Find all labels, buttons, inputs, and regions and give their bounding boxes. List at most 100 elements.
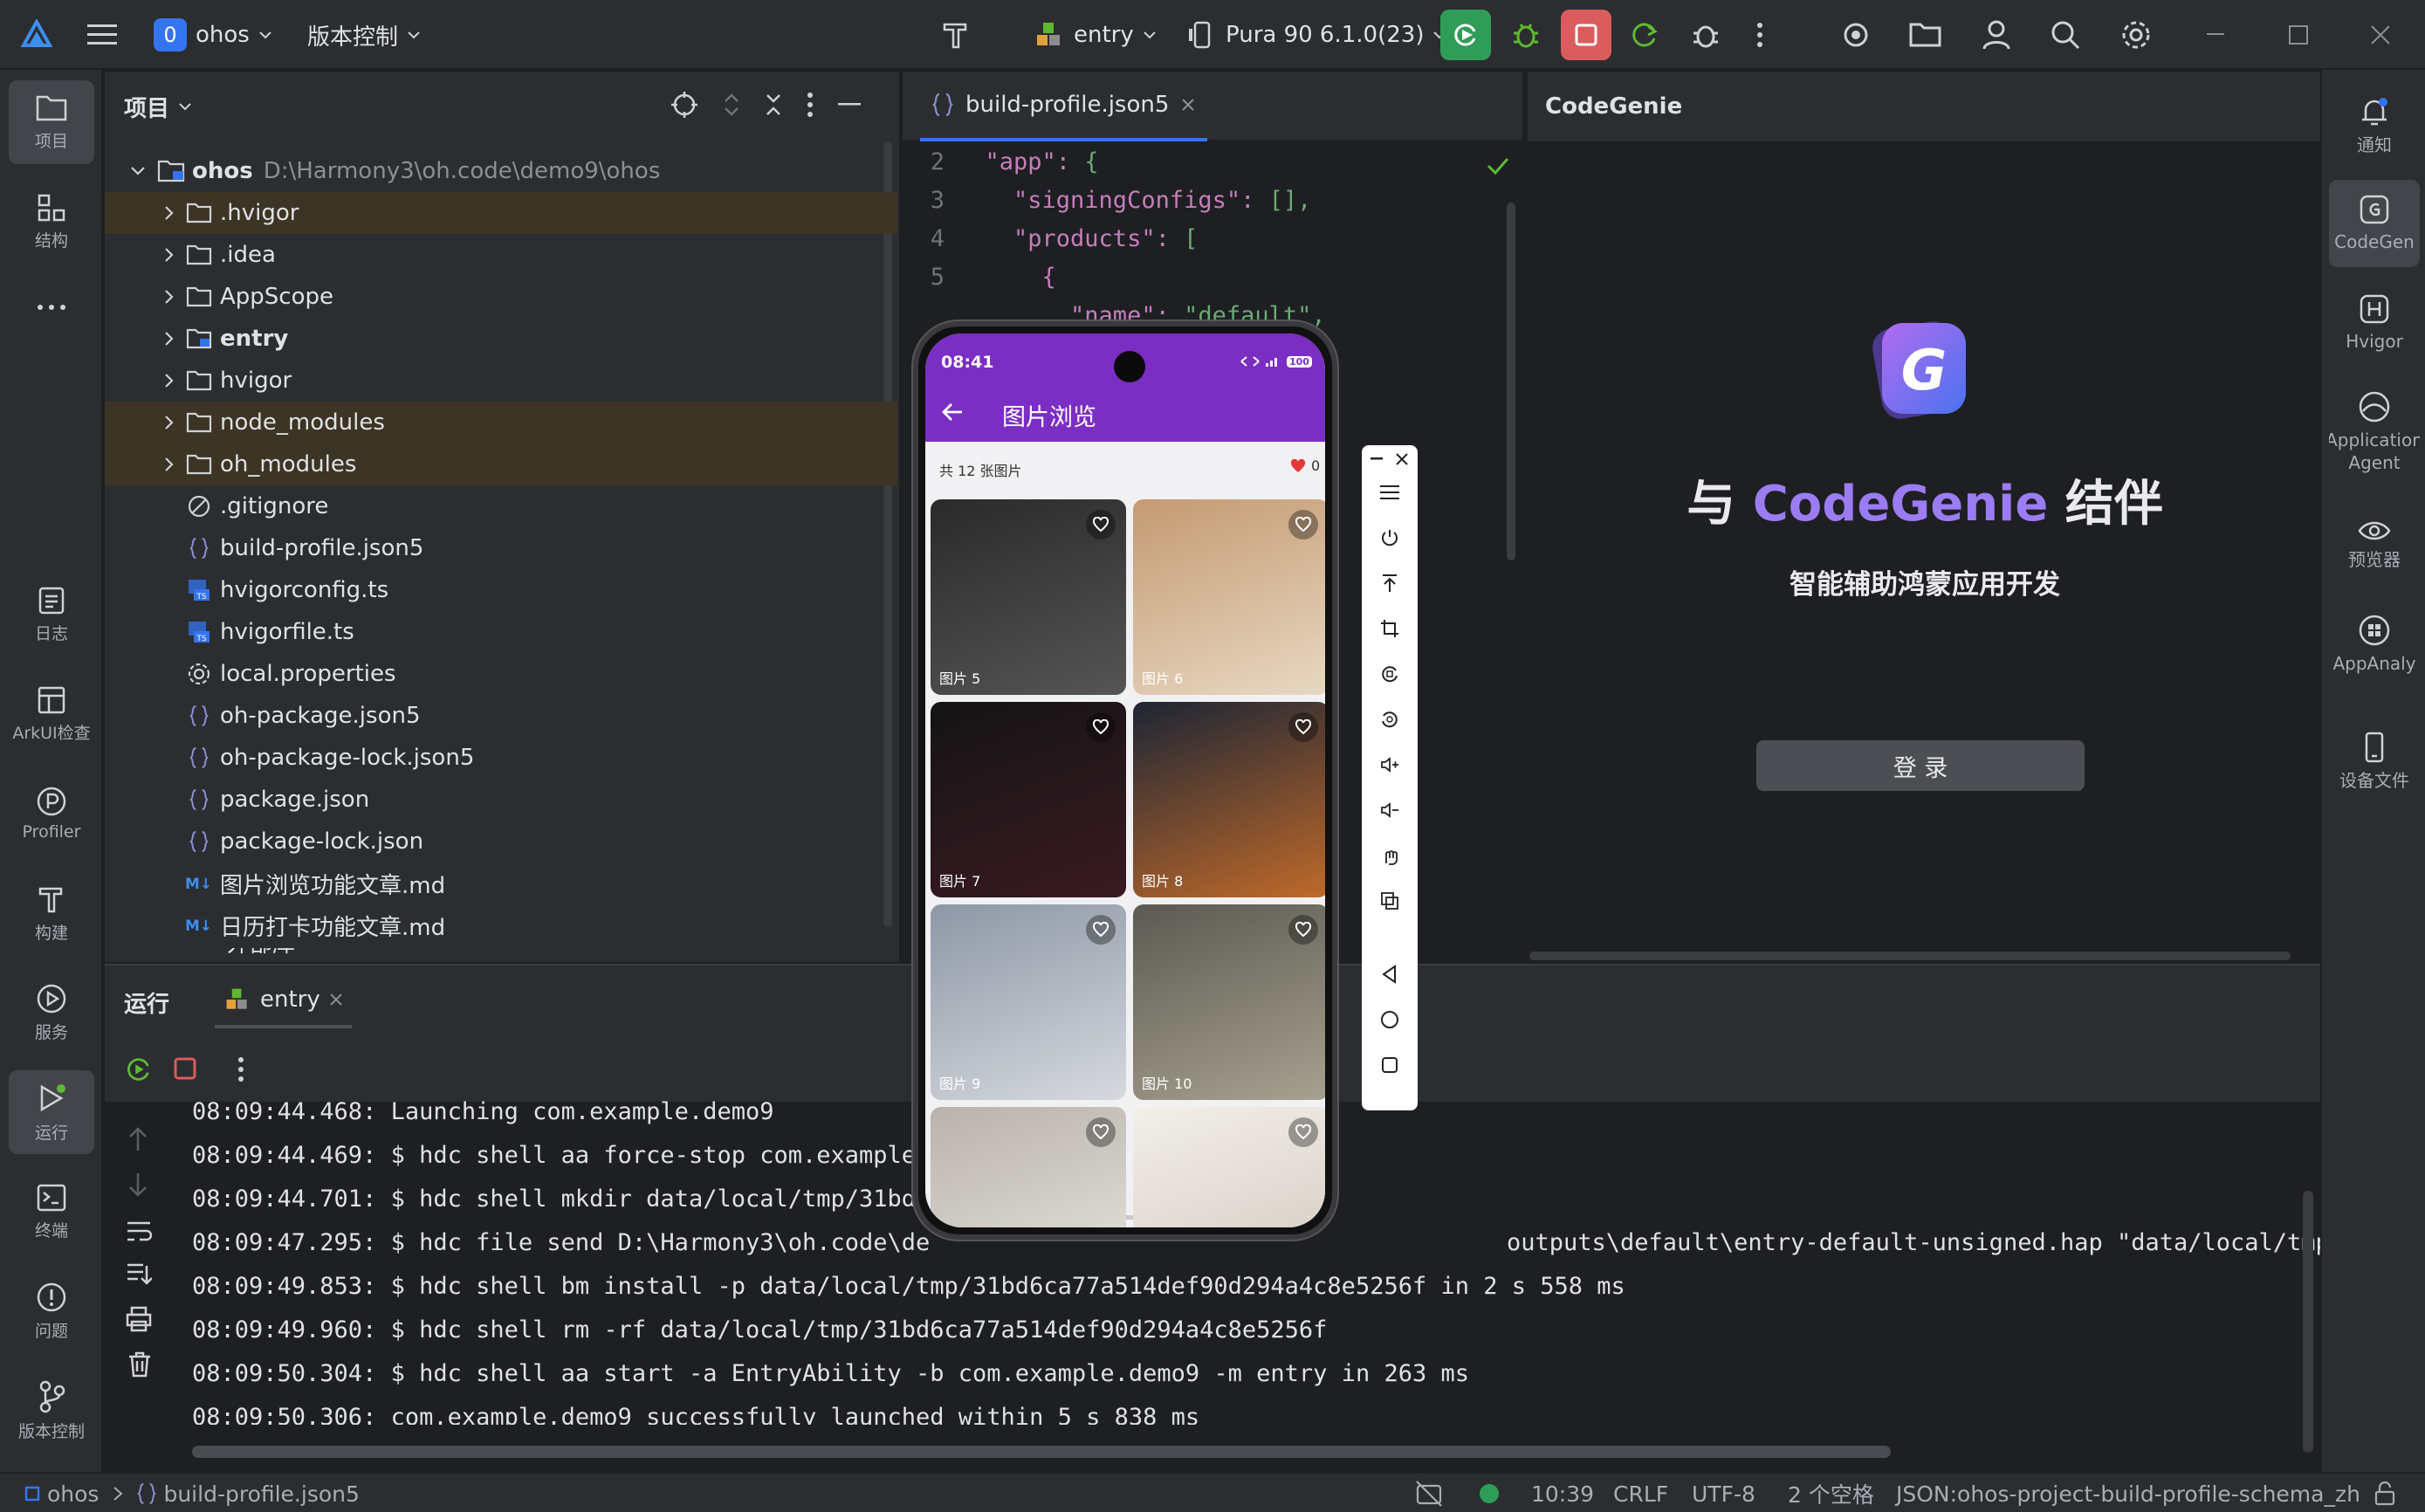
tool-window-run[interactable]: 运行 (9, 1070, 94, 1154)
tool-window-services[interactable]: 服务 (9, 971, 94, 1055)
status-dot[interactable] (1479, 1474, 1500, 1512)
favorite-toggle[interactable] (1288, 510, 1318, 540)
editor-scrollbar[interactable] (1507, 203, 1515, 560)
favorite-toggle[interactable] (1086, 915, 1116, 945)
settings-button[interactable] (2119, 0, 2153, 70)
tool-window-problems[interactable]: 问题 (9, 1269, 94, 1353)
vcs-menu[interactable]: 版本控制 (307, 0, 421, 70)
line-ending[interactable]: CRLF (1613, 1474, 1668, 1512)
favorite-toggle[interactable] (1086, 712, 1116, 742)
more-vertical-icon[interactable] (807, 92, 814, 118)
emu-power-button[interactable] (1377, 526, 1402, 550)
tree-item[interactable]: package.json (105, 779, 897, 821)
tool-window-profiler[interactable]: Profiler (9, 772, 94, 856)
tree-item[interactable]: .hvigor (105, 192, 897, 234)
tool-window-device-files[interactable]: 设备文件 (2329, 718, 2420, 805)
tool-window-arkui-inspector[interactable]: ArkUI检查 (9, 672, 94, 756)
tree-root[interactable]: ohos D:\Harmony3\oh.code\demo9\ohos (105, 150, 897, 192)
photo-card[interactable] (931, 1107, 1126, 1227)
run-config-selector[interactable]: entry (1034, 0, 1157, 70)
emu-volume-down-button[interactable] (1377, 798, 1402, 822)
favorite-toggle[interactable] (1288, 712, 1318, 742)
tree-item[interactable]: .gitignore (105, 485, 897, 527)
tool-window-appanalyzer[interactable]: AppAnaly (2329, 601, 2420, 688)
project-panel-title[interactable]: 项目 (124, 91, 169, 123)
emu-rotate-button[interactable] (1377, 662, 1402, 686)
tree-item[interactable]: oh-package.json5 (105, 695, 897, 737)
file-encoding[interactable]: UTF-8 (1692, 1474, 1755, 1512)
maximize-button[interactable] (2289, 0, 2308, 70)
tree-item[interactable]: oh-package-lock.json5 (105, 737, 897, 779)
search-button[interactable] (2050, 0, 2081, 70)
tool-window-codegenie[interactable]: CodeGen (2329, 180, 2420, 267)
photo-card[interactable]: 图片 5 (931, 499, 1126, 695)
codegenie-scrollbar[interactable] (1529, 952, 2291, 960)
expand-all-icon[interactable] (723, 91, 740, 119)
tree-item[interactable]: .idea (105, 234, 897, 276)
tool-window-application-agent[interactable]: Application Agent (2329, 375, 2420, 489)
emu-home-button[interactable] (1377, 1007, 1402, 1032)
readonly-toggle[interactable] (2373, 1474, 2397, 1512)
device-selector[interactable]: Pura 90 6.1.0(23) (1187, 0, 1446, 70)
main-menu-button[interactable] (87, 0, 117, 70)
tree-item[interactable]: node_modules (105, 402, 897, 443)
favorite-toggle[interactable] (1086, 510, 1116, 540)
emu-gesture-button[interactable] (1377, 843, 1402, 868)
tool-window-build[interactable]: 构建 (9, 871, 94, 955)
no-ai-indicator[interactable] (1414, 1474, 1444, 1512)
close-button[interactable] (2371, 0, 2390, 70)
editor-tab[interactable]: build-profile.json5 (920, 72, 1208, 141)
breadcrumb-file[interactable]: build-profile.json5 (163, 1481, 359, 1507)
device-manager-button[interactable] (1840, 0, 1872, 70)
attach-debugger-button[interactable] (1690, 0, 1721, 70)
rerun-icon[interactable] (124, 1055, 154, 1084)
photo-card[interactable]: 图片 6 (1133, 499, 1325, 695)
tree-item[interactable]: oh_modules (105, 443, 897, 485)
minimize-button[interactable] (2207, 0, 2224, 70)
emu-rotate-alt-button[interactable] (1377, 707, 1402, 732)
favorite-toggle[interactable] (1086, 1117, 1116, 1147)
caret-position[interactable]: 10:39 (1531, 1474, 1594, 1512)
photo-card[interactable]: 图片 8 (1133, 702, 1325, 897)
tree-item[interactable]: M↓ 图片浏览功能文章.md (105, 863, 897, 904)
tree-item[interactable]: M↓ 日历打卡功能文章.md (105, 904, 897, 946)
emu-recents-button[interactable] (1377, 1053, 1402, 1077)
build-button[interactable] (939, 0, 974, 70)
tree-item[interactable]: entry (105, 318, 897, 360)
login-button[interactable]: 登 录 (1756, 740, 2085, 791)
tool-window-hvigor[interactable]: Hvigor (2329, 279, 2420, 367)
emu-screenshot-button[interactable] (1377, 616, 1402, 641)
photo-card[interactable]: 图片 9 (931, 904, 1126, 1100)
hide-panel-icon[interactable] (838, 103, 861, 107)
tool-window-structure[interactable]: 结构 (9, 180, 94, 264)
photo-card[interactable]: 图片 10 (1133, 904, 1325, 1100)
tool-window-notifications[interactable]: 通知 (2329, 82, 2420, 169)
favorite-toggle[interactable] (1288, 1117, 1318, 1147)
phone-screen[interactable]: 08:41 100 图片浏览 共 12 张图片 0 图片 5 图片 6 图片 7 图片… (925, 333, 1325, 1227)
favorite-toggle[interactable] (1288, 915, 1318, 945)
tree-item[interactable]: TS hvigorfile.ts (105, 611, 897, 653)
more-actions-button[interactable] (1756, 0, 1763, 70)
tool-window-vcs[interactable]: 版本控制 (9, 1369, 94, 1453)
project-selector[interactable]: 0 ohos (154, 0, 272, 70)
tree-item[interactable]: TS hvigorconfig.ts (105, 569, 897, 611)
close-tab-icon[interactable] (1181, 98, 1195, 112)
json-schema[interactable]: JSON:ohos-project-build-profile-schema_z… (1896, 1474, 2360, 1512)
tree-item[interactable]: local.properties (105, 653, 897, 695)
tool-window-previewer[interactable]: 预览器 (2329, 501, 2420, 588)
tool-window-project[interactable]: 项目 (9, 80, 94, 164)
emu-multi-window-button[interactable] (1377, 889, 1402, 913)
locate-icon[interactable] (670, 91, 698, 119)
photo-card[interactable]: 图片 7 (931, 702, 1126, 897)
close-icon[interactable] (1395, 452, 1409, 466)
emu-top-button[interactable] (1377, 571, 1402, 595)
stop-icon[interactable] (173, 1056, 197, 1081)
tree-item[interactable]: build-profile.json5 (105, 527, 897, 569)
tree-row-partial[interactable]: 外部库 (105, 948, 897, 962)
account-button[interactable] (1982, 0, 2011, 70)
indent-setting[interactable]: 2 个空格 (1788, 1474, 1874, 1512)
project-structure-button[interactable] (1908, 0, 1943, 70)
tree-item[interactable]: hvigor (105, 360, 897, 402)
close-tab-icon[interactable] (329, 993, 343, 1007)
photo-card[interactable] (1133, 1107, 1325, 1227)
